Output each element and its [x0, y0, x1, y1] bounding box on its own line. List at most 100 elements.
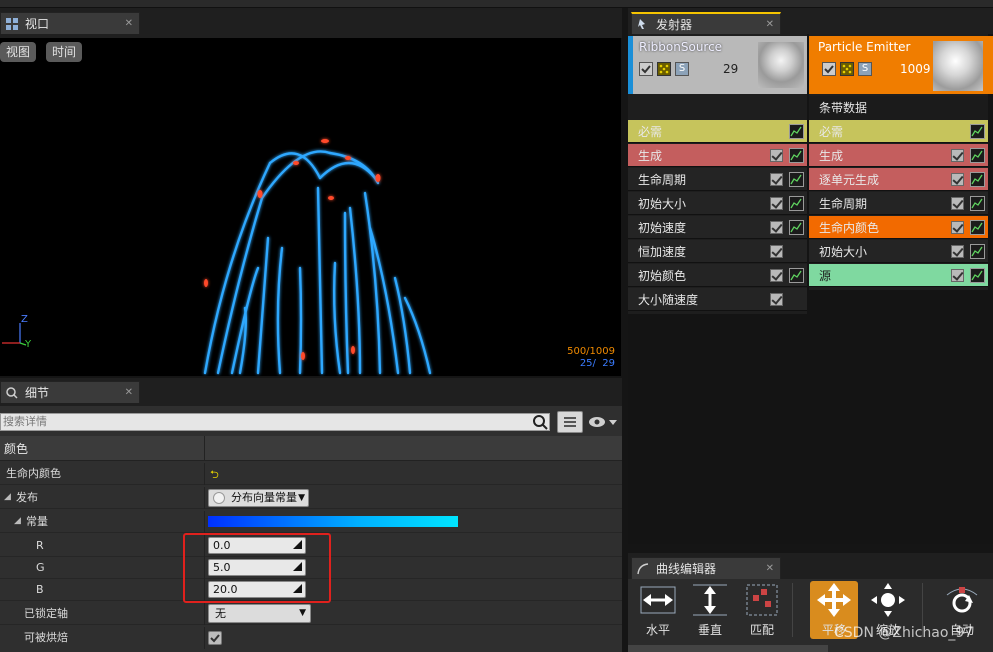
details-panel: 搜索详情 颜色 生命内颜色 ⮌ ◢ 发布 分布向量常量 ▼ ◢ 常量 R 0.0…	[0, 406, 622, 652]
module-color-over-life[interactable]: 生命内颜色	[809, 216, 988, 239]
curve-icon[interactable]	[970, 268, 985, 283]
curve-icon[interactable]	[789, 196, 804, 211]
module-enabled-checkbox[interactable]	[770, 173, 783, 186]
emitter-enabled-checkbox[interactable]	[822, 62, 836, 76]
tab-emitters[interactable]: 发射器 ✕	[631, 12, 781, 34]
module-enabled-checkbox[interactable]	[770, 245, 783, 258]
curve-icon[interactable]	[970, 124, 985, 139]
emitter-header-ribbon[interactable]: RibbonSource S 29	[628, 36, 807, 94]
locked-axis-value: 无	[215, 607, 226, 620]
curve-icon[interactable]	[970, 244, 985, 259]
type-data-label[interactable]: 条带数据	[809, 96, 988, 120]
prop-label: 可被烘焙	[24, 631, 68, 644]
curve-icon[interactable]	[789, 268, 804, 283]
module-enabled-checkbox[interactable]	[951, 269, 964, 282]
module-enabled-checkbox[interactable]	[770, 149, 783, 162]
tab-curve-editor-label: 曲线编辑器	[656, 562, 717, 576]
module-initial-size[interactable]: 初始大小	[628, 192, 807, 215]
viewport-canvas[interactable]: 视图 时间 Z Y 500/1009 25/ 29	[0, 38, 621, 376]
column-divider	[204, 436, 205, 461]
curve-icon[interactable]	[789, 220, 804, 235]
expand-arrow-icon[interactable]: ◢	[14, 516, 21, 526]
list-view-button[interactable]	[557, 411, 583, 433]
tab-viewport[interactable]: 视口 ✕	[0, 12, 140, 34]
module-spawn[interactable]: 生成	[628, 144, 807, 167]
pan-icon	[815, 581, 853, 619]
curve-icon[interactable]	[789, 172, 804, 187]
module-enabled-checkbox[interactable]	[951, 149, 964, 162]
module-required[interactable]: 必需	[628, 120, 807, 143]
column-divider	[204, 487, 205, 509]
module-const-acceleration[interactable]: 恒加速度	[628, 240, 807, 263]
bakeable-checkbox[interactable]	[208, 631, 222, 645]
emitter-enabled-checkbox[interactable]	[639, 62, 653, 76]
details-tabbar: 细节 ✕	[0, 378, 622, 406]
fit-horizontal-button[interactable]: 水平	[636, 581, 680, 641]
search-input[interactable]: 搜索详情	[0, 413, 550, 431]
curve-editor-icon	[636, 562, 650, 576]
color-preview-swatch[interactable]	[208, 516, 458, 527]
fit-button[interactable]: 匹配	[740, 581, 784, 641]
emitter-header-particle[interactable]: Particle Emitter S 1009	[809, 36, 993, 94]
tab-curve-editor[interactable]: 曲线编辑器 ✕	[631, 557, 781, 579]
curve-icon[interactable]	[970, 148, 985, 163]
prop-label: 发布	[16, 491, 38, 504]
prop-label: 已锁定轴	[24, 607, 68, 620]
column-divider	[204, 511, 205, 533]
module-spawn[interactable]: 生成	[809, 144, 988, 167]
module-enabled-checkbox[interactable]	[951, 221, 964, 234]
emitter-lod-icon[interactable]	[840, 62, 854, 76]
horizontal-scrollbar[interactable]	[628, 645, 828, 652]
module-enabled-checkbox[interactable]	[770, 269, 783, 282]
module-initial-velocity[interactable]: 初始速度	[628, 216, 807, 239]
distribution-dropdown[interactable]: 分布向量常量 ▼	[208, 489, 309, 507]
zoom-icon	[869, 581, 907, 619]
tab-details[interactable]: 细节 ✕	[0, 381, 140, 403]
curve-icon[interactable]	[789, 124, 804, 139]
fit-vertical-button[interactable]: 垂直	[688, 581, 732, 641]
module-lifetime[interactable]: 生命周期	[628, 168, 807, 191]
module-required[interactable]: 必需	[809, 120, 988, 143]
close-icon[interactable]: ✕	[766, 563, 774, 574]
property-row: ◢ 常量	[0, 511, 622, 533]
category-header-color[interactable]: 颜色	[0, 436, 622, 461]
solo-button[interactable]: S	[675, 62, 689, 76]
module-label: 初始速度	[638, 220, 687, 235]
reset-arrow-icon[interactable]: ⮌	[210, 466, 219, 485]
curve-icon[interactable]	[970, 172, 985, 187]
module-source[interactable]: 源	[809, 264, 988, 287]
module-lifetime[interactable]: 生命周期	[809, 192, 988, 215]
module-enabled-checkbox[interactable]	[770, 197, 783, 210]
module-initial-color[interactable]: 初始颜色	[628, 264, 807, 287]
module-label: 大小随速度	[638, 292, 699, 307]
module-label: 生命周期	[638, 172, 687, 187]
module-enabled-checkbox[interactable]	[951, 245, 964, 258]
module-initial-size[interactable]: 初始大小	[809, 240, 988, 263]
close-icon[interactable]: ✕	[125, 387, 133, 398]
watermark-text: CSDN @Zhichao_97	[834, 625, 974, 641]
search-icon[interactable]	[531, 413, 549, 431]
visibility-eye-icon[interactable]	[587, 413, 619, 431]
curve-icon[interactable]	[789, 148, 804, 163]
emitter-column-particle: Particle Emitter S 1009 条带数据 必需 生成 逐单元生成	[809, 34, 993, 290]
emitter-lod-icon[interactable]	[657, 62, 671, 76]
curve-icon[interactable]	[970, 196, 985, 211]
tab-emitters-label: 发射器	[656, 17, 693, 32]
module-label: 生命周期	[819, 196, 868, 211]
solo-button[interactable]: S	[858, 62, 872, 76]
distribution-type-icon	[213, 492, 225, 504]
locked-axis-dropdown[interactable]: 无 ▼	[208, 604, 311, 623]
module-enabled-checkbox[interactable]	[770, 293, 783, 306]
close-icon[interactable]: ✕	[766, 19, 774, 30]
module-enabled-checkbox[interactable]	[951, 197, 964, 210]
module-enabled-checkbox[interactable]	[951, 173, 964, 186]
module-label: 初始大小	[819, 244, 868, 259]
module-spawn-per-unit[interactable]: 逐单元生成	[809, 168, 988, 191]
module-size-by-speed[interactable]: 大小随速度	[628, 288, 807, 311]
curve-icon[interactable]	[970, 220, 985, 235]
expand-arrow-icon[interactable]: ◢	[4, 492, 11, 502]
curve-editor-toolbar: 水平 垂直 匹配 平移 缩放 自动	[628, 579, 993, 652]
module-label: 初始颜色	[638, 268, 687, 283]
module-enabled-checkbox[interactable]	[770, 221, 783, 234]
close-icon[interactable]: ✕	[125, 18, 133, 29]
